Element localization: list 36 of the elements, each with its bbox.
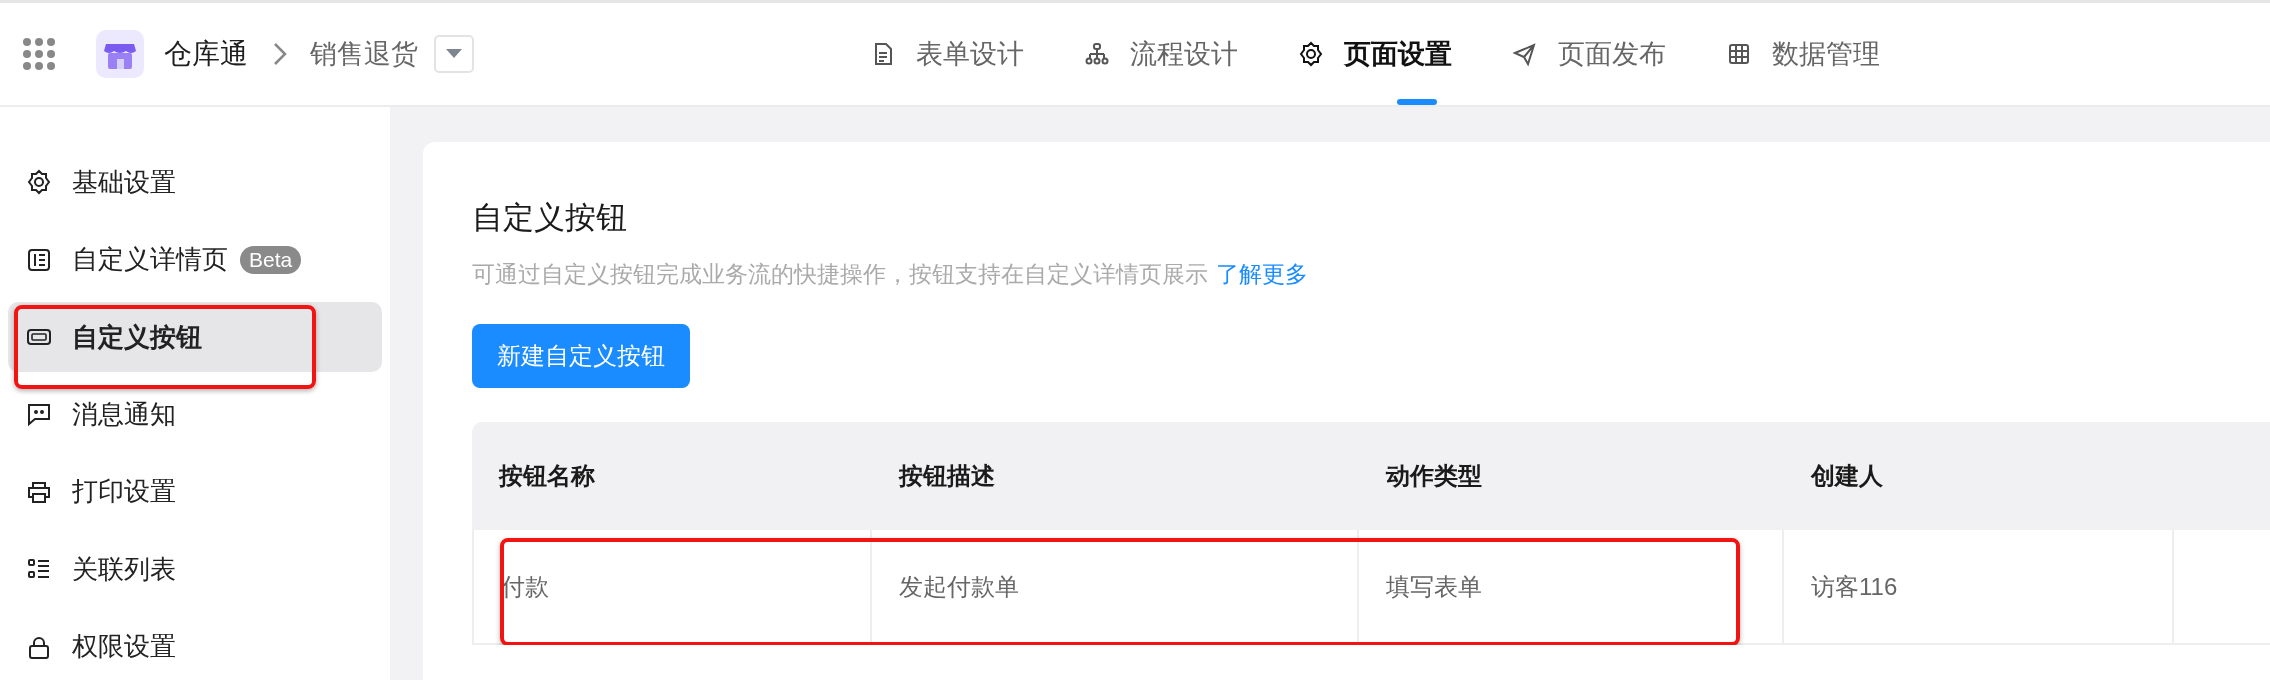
sidebar-item[interactable]: 基础设置 [8,147,382,218]
hierarchy-icon [1084,41,1110,67]
sidebar-item[interactable]: 权限设置 [8,611,382,680]
table-cell: 填写表单 [1359,530,1784,645]
app-name[interactable]: 仓库通 [164,35,248,73]
column-header: 按钮名称 [497,461,596,491]
column-header: 创建人 [1809,461,1884,491]
column-header: 动作类型 [1384,461,1483,491]
gear-icon [1298,41,1324,67]
sidebar-item[interactable]: 自定义按钮 [8,301,382,373]
column-header: 按钮描述 [897,461,996,491]
sidebar-item[interactable]: 打印设置 [8,456,382,528]
paper-plane-icon [1512,41,1538,67]
nav-tab[interactable]: 流程设计 [1084,3,1238,105]
caret-icon [446,49,462,59]
nav-tab[interactable]: 页面发布 [1512,3,1666,105]
gear-icon [26,169,52,196]
sidebar-item[interactable]: 自定义详情页 Beta [8,224,382,295]
chevron-right-icon [272,41,288,67]
apps-grid-icon[interactable] [22,37,56,71]
nav-tab[interactable]: 页面设置 [1298,3,1452,105]
table-cell: 发起付款单 [872,530,1359,645]
table-cell: 访客116 [1784,530,2174,645]
nav-tab[interactable]: 数据管理 [1726,3,1880,105]
section-description: 可通过自定义按钮完成业务流的快捷操作，按钮支持在自定义详情页展示 [472,261,1208,287]
nav-tab[interactable]: 表单设计 [870,3,1024,105]
dropdown-button[interactable] [434,35,474,73]
chat-bubble-icon [26,401,52,428]
sidebar-item[interactable]: 消息通知 [8,379,382,450]
sidebar-item[interactable]: 关联列表 [8,534,382,605]
section-title: 自定义按钮 [472,199,628,237]
store-logo-icon [96,30,144,78]
grid-icon [1726,41,1752,67]
breadcrumb-page[interactable]: 销售退货 [310,36,418,72]
beta-badge: Beta [240,245,302,274]
document-icon [26,246,52,273]
